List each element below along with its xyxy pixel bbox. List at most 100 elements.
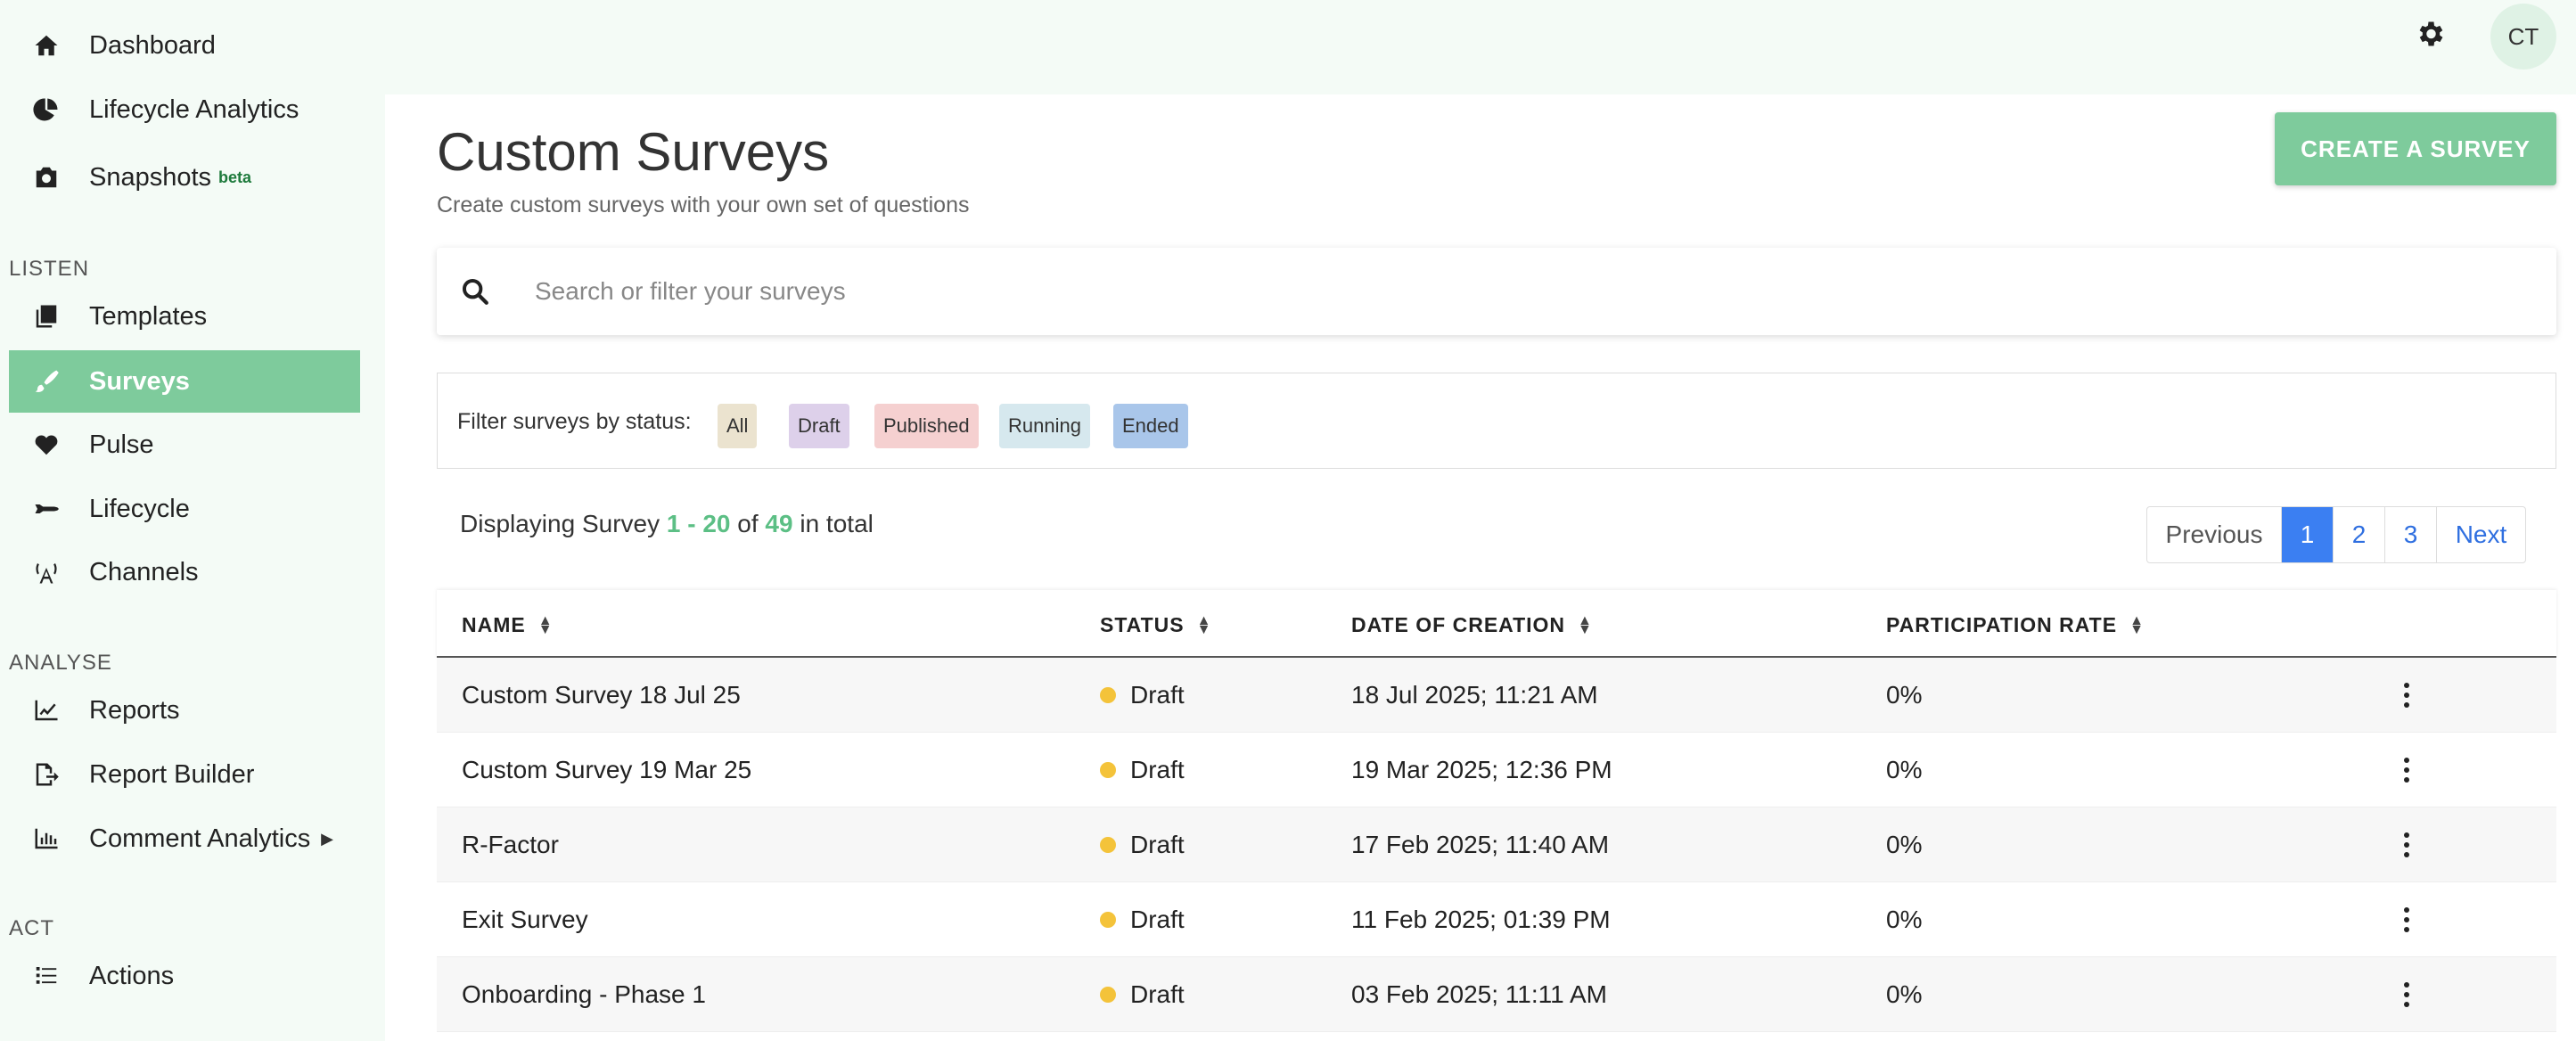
more-options-icon[interactable]: [2398, 827, 2416, 863]
cell-rate: 0%: [1886, 980, 1923, 1008]
list-icon: [29, 958, 64, 994]
table-row[interactable]: R-Factor Draft 17 Feb 2025; 11:40 AM 0%: [437, 807, 2556, 882]
search-icon: [462, 278, 488, 305]
status-label: Draft: [1130, 756, 1185, 783]
draft-status-dot: [1100, 761, 1116, 778]
column-header-label: STATUS: [1100, 613, 1185, 636]
display-of: of: [737, 510, 759, 537]
cell-status: Draft: [1100, 756, 1185, 784]
table-row[interactable]: Exit Survey Draft 11 Feb 2025; 01:39 PM …: [437, 882, 2556, 957]
bar-chart-icon: [29, 821, 64, 857]
column-header-status[interactable]: STATUS ▲ ▼: [1100, 613, 1211, 637]
cell-rate: 0%: [1886, 906, 1923, 933]
line-chart-icon: [29, 693, 64, 728]
sidebar-item-label: Surveys: [89, 366, 190, 396]
table-row[interactable]: Custom Survey 19 Mar 25 Draft 19 Mar 202…: [437, 733, 2556, 807]
pagination: Previous 1 2 3 Next: [2146, 506, 2526, 563]
cell-name[interactable]: Custom Survey 19 Mar 25: [462, 756, 751, 784]
pagination-page-1[interactable]: 1: [2281, 507, 2333, 562]
cell-status: Draft: [1100, 681, 1185, 709]
cell-name[interactable]: Exit Survey: [462, 906, 588, 934]
column-header-label: DATE OF CREATION: [1351, 613, 1566, 636]
cell-status: Draft: [1100, 980, 1185, 1009]
sidebar-item-label: Actions: [89, 961, 175, 990]
sidebar-item-snapshots[interactable]: Snapshots beta: [9, 146, 360, 209]
sidebar-item-surveys[interactable]: Surveys: [9, 350, 360, 413]
display-count: Displaying Survey 1 - 20 of 49 in total: [460, 510, 874, 538]
table-body: Custom Survey 18 Jul 25 Draft 18 Jul 202…: [437, 658, 2556, 1032]
cell-name[interactable]: R-Factor: [462, 831, 559, 859]
column-header-date[interactable]: DATE OF CREATION ▲ ▼: [1351, 613, 1593, 637]
search-bar: [437, 248, 2556, 335]
more-options-icon[interactable]: [2398, 752, 2416, 788]
sidebar: Dashboard Lifecycle Analytics Snapshots …: [0, 0, 365, 1041]
display-suffix: in total: [800, 510, 874, 537]
table-row[interactable]: Custom Survey 18 Jul 25 Draft 18 Jul 202…: [437, 658, 2556, 733]
more-options-icon[interactable]: [2398, 902, 2416, 938]
sidebar-item-reports[interactable]: Reports: [9, 679, 360, 742]
more-options-icon[interactable]: [2398, 977, 2416, 1012]
sort-icon: ▲ ▼: [2129, 612, 2145, 637]
shuttle-icon: [29, 491, 64, 527]
settings-gear-icon[interactable]: [2412, 16, 2448, 52]
display-prefix: Displaying Survey: [460, 510, 660, 537]
beta-badge: beta: [218, 168, 252, 186]
sidebar-item-templates[interactable]: Templates: [9, 285, 360, 348]
more-options-icon[interactable]: [2398, 677, 2416, 713]
sidebar-item-lifecycle[interactable]: Lifecycle: [9, 478, 360, 540]
pagination-previous[interactable]: Previous: [2147, 507, 2281, 562]
sidebar-item-label: Reports: [89, 695, 180, 725]
table-header: NAME ▲ ▼ STATUS ▲ ▼ DATE OF CREATION ▲ ▼ PARTI…: [437, 590, 2556, 658]
status-label: Draft: [1130, 980, 1185, 1008]
filter-chip-draft[interactable]: Draft: [789, 404, 849, 448]
status-label: Draft: [1130, 831, 1185, 858]
avatar[interactable]: CT: [2490, 4, 2556, 70]
filter-label: Filter surveys by status:: [457, 409, 692, 434]
pagination-next[interactable]: Next: [2436, 507, 2525, 562]
sidebar-item-pulse[interactable]: Pulse: [9, 414, 360, 476]
pagination-page-3[interactable]: 3: [2384, 507, 2436, 562]
main-panel: Custom Surveys Create custom surveys wit…: [385, 94, 2576, 1041]
sidebar-item-dashboard[interactable]: Dashboard: [9, 14, 360, 77]
sidebar-item-actions[interactable]: Actions: [9, 945, 360, 1007]
sidebar-item-label: Channels: [89, 557, 199, 586]
sidebar-item-label: Templates: [89, 301, 208, 331]
column-header-participation-rate[interactable]: PARTICIPATION RATE ▲ ▼: [1886, 613, 2145, 637]
column-header-name[interactable]: NAME ▲ ▼: [462, 613, 554, 637]
create-survey-button[interactable]: CREATE A SURVEY: [2275, 112, 2556, 185]
heartbeat-icon: [29, 427, 64, 463]
display-total: 49: [765, 510, 793, 537]
sidebar-item-channels[interactable]: Channels: [9, 541, 360, 603]
table-row[interactable]: Onboarding - Phase 1 Draft 03 Feb 2025; …: [437, 957, 2556, 1032]
pagination-page-2[interactable]: 2: [2333, 507, 2384, 562]
pie-chart-icon: [29, 92, 64, 127]
copy-icon: [29, 299, 64, 334]
sort-icon: ▲ ▼: [1196, 612, 1212, 637]
search-input[interactable]: [535, 269, 2496, 314]
camera-icon: [29, 160, 64, 195]
display-range: 1 - 20: [666, 510, 731, 537]
cell-name[interactable]: Onboarding - Phase 1: [462, 980, 706, 1009]
draft-status-dot: [1100, 911, 1116, 928]
filter-chip-ended[interactable]: Ended: [1113, 404, 1188, 448]
sidebar-item-label: Comment Analytics: [89, 824, 311, 853]
surveys-table: NAME ▲ ▼ STATUS ▲ ▼ DATE OF CREATION ▲ ▼ PARTI…: [437, 590, 2556, 1032]
filter-chip-running[interactable]: Running: [999, 404, 1090, 448]
sidebar-item-lifecycle-analytics[interactable]: Lifecycle Analytics: [9, 78, 360, 141]
status-filter-box: Filter surveys by status: All Draft Publ…: [437, 373, 2556, 469]
cell-date: 18 Jul 2025; 11:21 AM: [1351, 681, 1598, 709]
cell-date: 19 Mar 2025; 12:36 PM: [1351, 756, 1612, 783]
sort-icon: ▲ ▼: [537, 612, 554, 637]
paintbrush-icon: [29, 364, 64, 399]
filter-chip-published[interactable]: Published: [874, 404, 979, 448]
file-export-icon: [29, 757, 64, 792]
sidebar-item-label: Dashboard: [89, 30, 216, 60]
sidebar-item-report-builder[interactable]: Report Builder: [9, 743, 360, 806]
home-icon: [29, 28, 64, 63]
status-label: Draft: [1130, 906, 1185, 933]
cell-name[interactable]: Custom Survey 18 Jul 25: [462, 681, 741, 709]
sidebar-item-comment-analytics[interactable]: Comment Analytics ▶: [9, 807, 360, 870]
status-label: Draft: [1130, 681, 1185, 709]
section-label-act: ACT: [9, 916, 54, 940]
filter-chip-all[interactable]: All: [718, 404, 758, 448]
